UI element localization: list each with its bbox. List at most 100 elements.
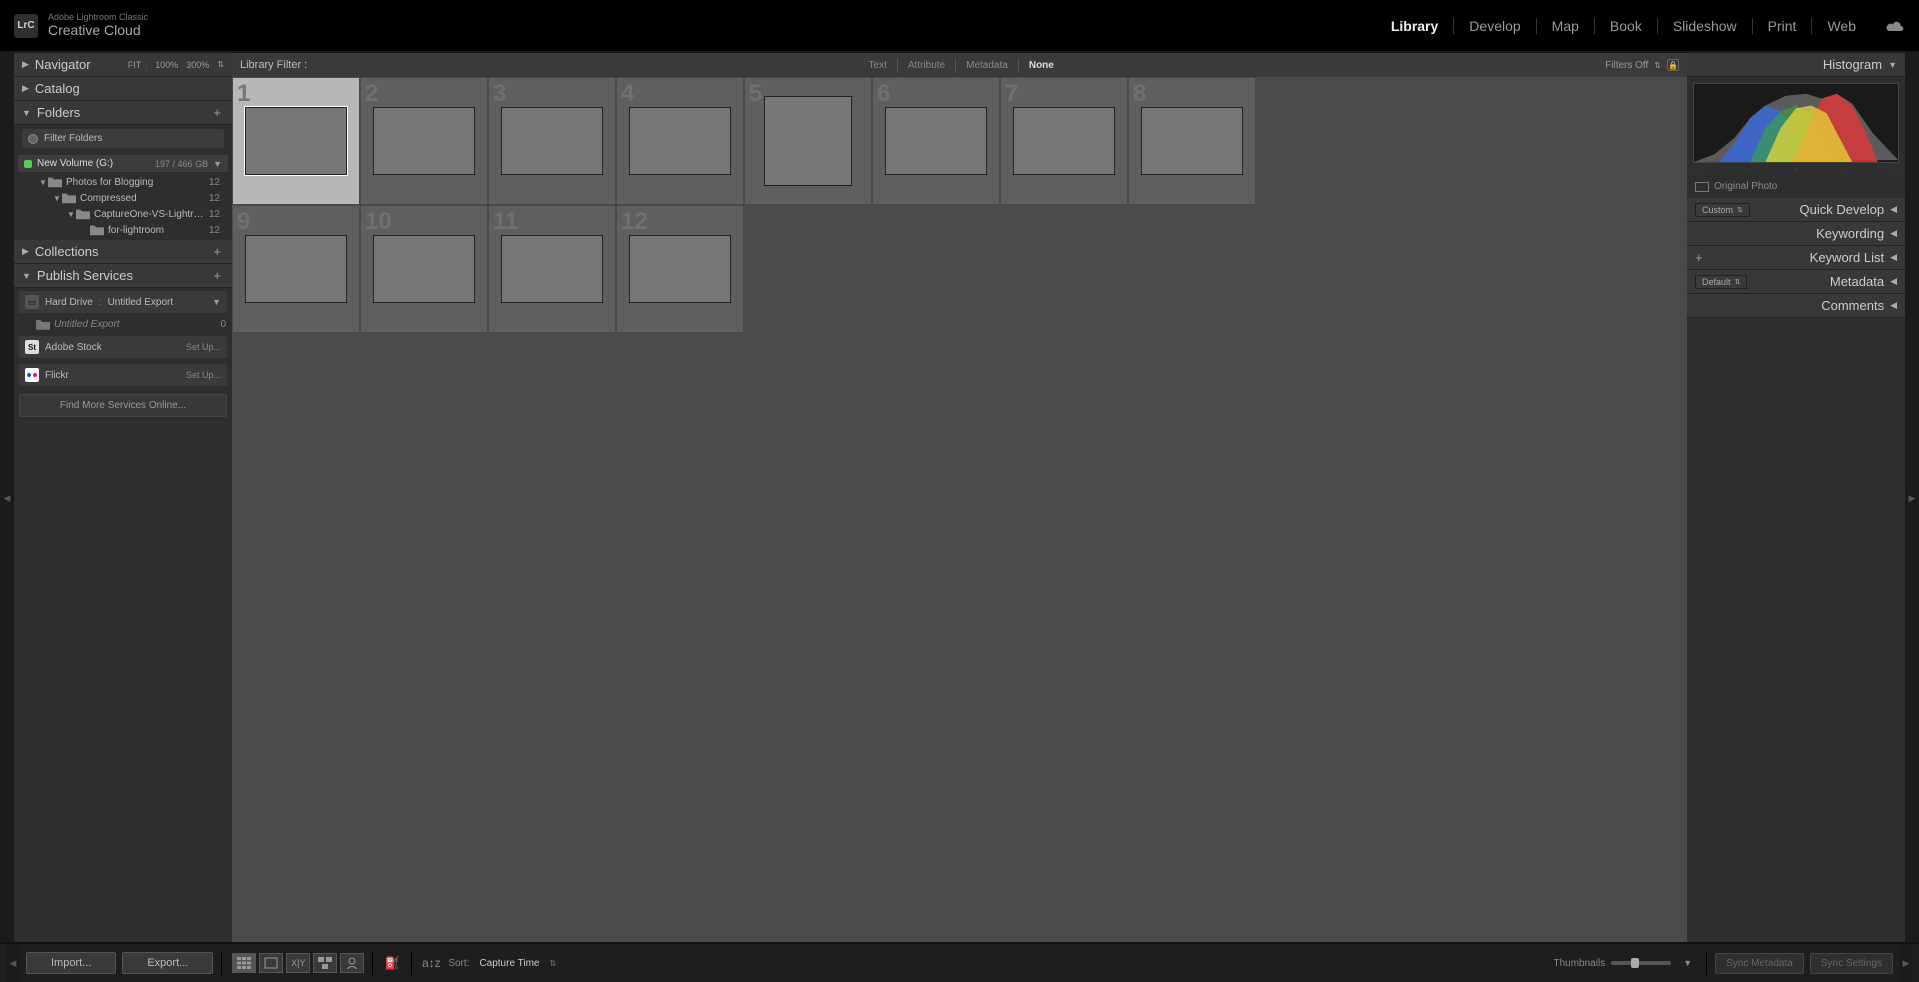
folder-count: 12 — [209, 177, 226, 188]
quick-develop-panel-header[interactable]: Custom⇅ Quick Develop — [1687, 198, 1905, 222]
left-collapse-handle[interactable] — [0, 53, 14, 942]
module-map[interactable]: Map — [1537, 18, 1595, 34]
quick-develop-preset-select[interactable]: Custom⇅ — [1695, 203, 1750, 217]
chevron-icon: ▼ — [38, 178, 48, 187]
grid-cell[interactable]: 3 — [488, 77, 616, 205]
folder-item[interactable]: for-lightroom12 — [14, 222, 232, 238]
volume-name: New Volume (G:) — [37, 158, 150, 169]
right-collapse-handle[interactable] — [1905, 53, 1919, 942]
original-photo-label: Original Photo — [1714, 181, 1777, 192]
grid-cell[interactable]: 2 — [360, 77, 488, 205]
module-slideshow[interactable]: Slideshow — [1658, 18, 1753, 34]
chevron-down-icon — [22, 108, 31, 118]
filter-folders-input[interactable]: Filter Folders — [22, 129, 224, 148]
grid-cell[interactable]: 1 — [232, 77, 360, 205]
histogram-display[interactable] — [1693, 83, 1899, 163]
navigator-panel-header[interactable]: Navigator FIT 100% 300% ⇅ — [14, 53, 232, 77]
grid-cell[interactable]: 5 — [744, 77, 872, 205]
filter-opt-text[interactable]: Text — [859, 58, 897, 73]
grid-cell[interactable]: 7 — [1000, 77, 1128, 205]
folder-item[interactable]: ▼Photos for Blogging12 — [14, 174, 232, 190]
add-folder-button[interactable]: + — [210, 105, 224, 120]
setup-stock-button[interactable]: Set Up... — [186, 342, 221, 352]
export-button[interactable]: Export... — [122, 952, 213, 974]
chevron-down-icon[interactable] — [212, 297, 221, 307]
filter-opt-metadata[interactable]: Metadata — [955, 58, 1018, 73]
add-keyword-button[interactable]: + — [1695, 250, 1703, 265]
thumbnail-image — [245, 235, 347, 303]
filters-off-label[interactable]: Filters Off — [1605, 60, 1648, 71]
find-more-services-button[interactable]: Find More Services Online... — [19, 394, 227, 417]
histogram-panel-header[interactable]: Histogram — [1687, 53, 1905, 77]
sync-metadata-button[interactable]: Sync Metadata — [1715, 953, 1804, 974]
left-bottom-collapse[interactable] — [6, 944, 20, 982]
painter-tool-button[interactable]: ⛽ — [381, 953, 403, 973]
module-print[interactable]: Print — [1753, 18, 1813, 34]
folder-item[interactable]: ▼Compressed12 — [14, 190, 232, 206]
cell-index: 3 — [493, 80, 506, 108]
right-bottom-collapse[interactable] — [1899, 944, 1913, 982]
publish-sub-untitled[interactable]: Untitled Export 0 — [14, 316, 232, 333]
publish-panel-header[interactable]: Publish Services + — [14, 264, 232, 288]
toolbar-menu-chevron[interactable] — [1683, 957, 1692, 969]
thumbnail-image — [501, 107, 603, 175]
grid-cell[interactable]: 6 — [872, 77, 1000, 205]
grid-cell[interactable]: 10 — [360, 205, 488, 333]
grid-cell[interactable]: 8 — [1128, 77, 1256, 205]
add-publish-button[interactable]: + — [210, 268, 224, 283]
grid-scroll-area[interactable]: 123456789101112 — [232, 77, 1687, 942]
comments-panel-header[interactable]: Comments — [1687, 294, 1905, 318]
catalog-panel-header[interactable]: Catalog — [14, 77, 232, 101]
folders-panel-header[interactable]: Folders + — [14, 101, 232, 125]
chevron-updown-icon[interactable]: ⇅ — [549, 959, 556, 968]
module-web[interactable]: Web — [1812, 18, 1871, 34]
grid-cell[interactable]: 9 — [232, 205, 360, 333]
publish-hard-drive[interactable]: ▭ Hard Drive : Untitled Export — [19, 291, 227, 313]
nav-fit[interactable]: FIT — [128, 60, 148, 70]
folder-icon — [76, 208, 90, 220]
chevron-down-icon[interactable] — [213, 159, 222, 169]
volume-row[interactable]: New Volume (G:) 197 / 466 GB — [18, 155, 228, 172]
folder-icon — [90, 224, 104, 236]
compare-view-button[interactable]: X|Y — [286, 953, 310, 973]
survey-view-button[interactable] — [313, 953, 337, 973]
bottom-toolbar: Import... Export... X|Y ⛽ a↕z Sort: Capt… — [0, 942, 1919, 982]
add-collection-button[interactable]: + — [210, 244, 224, 259]
grid-cell[interactable]: 12 — [616, 205, 744, 333]
metadata-preset-select[interactable]: Default⇅ — [1695, 275, 1747, 289]
sort-field-select[interactable]: Capture Time — [475, 958, 543, 969]
keywording-panel-header[interactable]: Keywording — [1687, 222, 1905, 246]
cloud-sync-icon[interactable] — [1885, 19, 1905, 33]
lock-icon[interactable]: 🔒 — [1667, 59, 1679, 71]
thumbnail-image — [373, 235, 475, 303]
keyword-list-label: Keyword List — [1810, 250, 1884, 265]
nav-300[interactable]: 300% — [186, 60, 209, 70]
sync-settings-button[interactable]: Sync Settings — [1810, 953, 1893, 974]
metadata-panel-header[interactable]: Default⇅ Metadata — [1687, 270, 1905, 294]
sort-direction-button[interactable]: a↕z — [420, 953, 442, 973]
chevron-updown-icon[interactable]: ⇅ — [1654, 61, 1661, 70]
import-button[interactable]: Import... — [26, 952, 116, 974]
grid-view-button[interactable] — [232, 953, 256, 973]
module-develop[interactable]: Develop — [1454, 18, 1536, 34]
module-library[interactable]: Library — [1376, 18, 1454, 34]
chevron-right-icon — [22, 59, 29, 70]
folder-item[interactable]: ▼CaptureOne-VS-Lightroo...12 — [14, 206, 232, 222]
cell-index: 4 — [621, 80, 634, 108]
filter-opt-none[interactable]: None — [1018, 58, 1064, 73]
people-view-button[interactable] — [340, 953, 364, 973]
module-book[interactable]: Book — [1595, 18, 1658, 34]
cell-index: 9 — [237, 208, 250, 236]
nav-zoom-chevron[interactable]: ⇅ — [217, 60, 224, 69]
thumbnail-size-slider[interactable] — [1611, 961, 1671, 965]
publish-adobe-stock[interactable]: St Adobe Stock Set Up... — [19, 336, 227, 358]
publish-flickr[interactable]: Flickr Set Up... — [19, 364, 227, 386]
loupe-view-button[interactable] — [259, 953, 283, 973]
filter-opt-attribute[interactable]: Attribute — [897, 58, 955, 73]
setup-flickr-button[interactable]: Set Up... — [186, 370, 221, 380]
grid-cell[interactable]: 4 — [616, 77, 744, 205]
collections-panel-header[interactable]: Collections + — [14, 240, 232, 264]
nav-100[interactable]: 100% — [155, 60, 178, 70]
grid-cell[interactable]: 11 — [488, 205, 616, 333]
keyword-list-panel-header[interactable]: + Keyword List — [1687, 246, 1905, 270]
